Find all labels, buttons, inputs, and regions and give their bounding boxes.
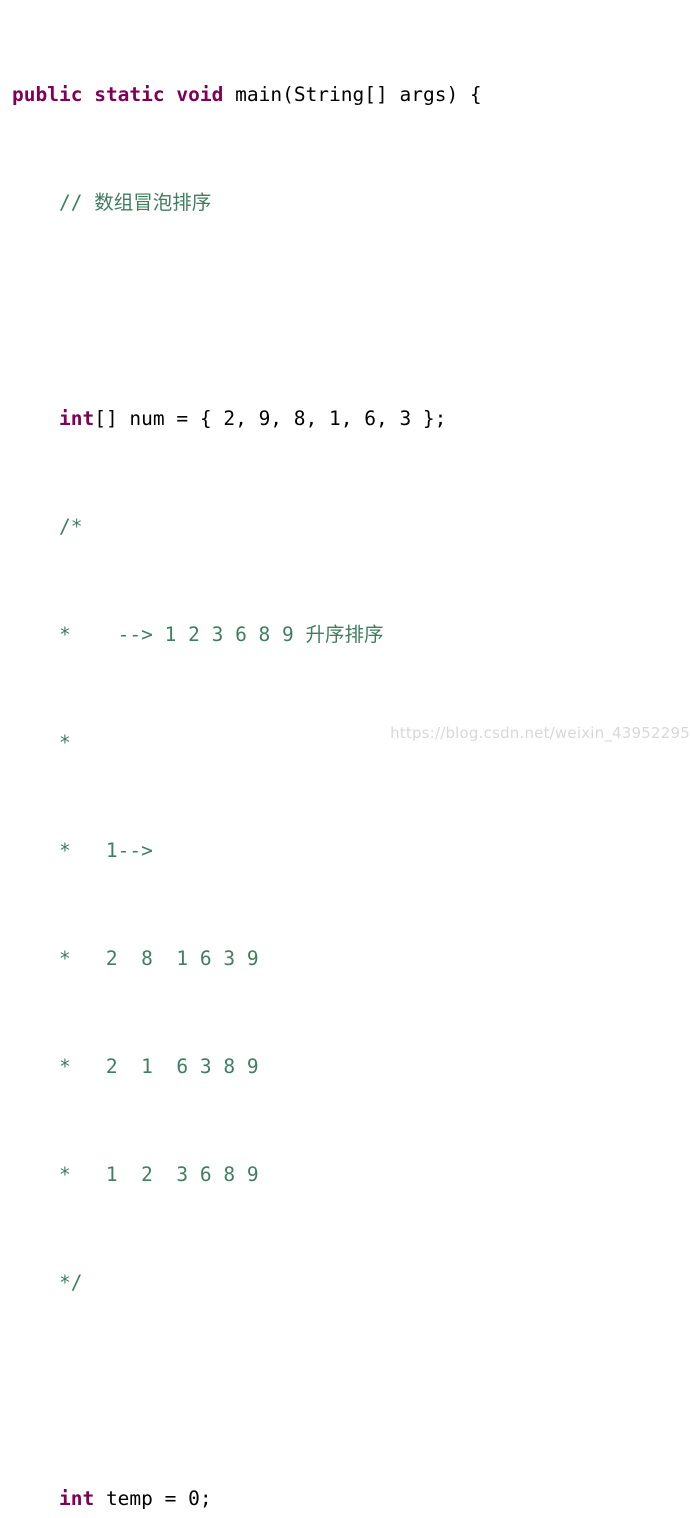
code-line[interactable]: int[] num = { 2, 9, 8, 1, 6, 3 }; [0,405,692,432]
code-line[interactable]: */ [0,1269,692,1296]
temp-declaration: temp = 0; [94,1487,212,1510]
comment-block-row-1: * 2 8 1 6 3 9 [47,947,259,970]
code-line[interactable]: int temp = 0; [0,1485,692,1512]
code-line[interactable]: // 数组冒泡排序 [0,189,692,216]
code-line[interactable]: * 2 8 1 6 3 9 [0,945,692,972]
array-declaration: [] num = { 2, 9, 8, 1, 6, 3 }; [94,407,447,430]
code-editor-surface[interactable]: public static void main(String[] args) {… [0,0,692,1510]
code-line-blank[interactable] [0,297,692,324]
code-line[interactable]: * 1 2 3 6 8 9 [0,1161,692,1188]
code-line[interactable]: * 2 1 6 3 8 9 [0,1053,692,1080]
code-line[interactable]: * 1--> [0,837,692,864]
comment-block-close: */ [47,1271,83,1294]
keyword-public: public [12,83,83,106]
code-block[interactable]: public static void main(String[] args) {… [0,0,692,1518]
comment-block-blank-1: * [47,731,71,754]
comment-block-open: /* [58,515,83,538]
code-line[interactable]: * --> 1 2 3 6 8 9 升序排序 [0,621,692,648]
code-line[interactable]: /* [0,513,692,540]
code-line[interactable]: * [0,729,692,756]
method-name-main: main(String[] args) { [235,83,482,106]
comment-block-row-3: * 1 2 3 6 8 9 [47,1163,259,1186]
comment-block-pass-label: * 1--> [47,839,153,862]
comment-block-arrow: * --> 1 2 3 6 8 9 升序排序 [47,623,384,646]
keyword-void: void [176,83,224,106]
code-line[interactable]: public static void main(String[] args) { [0,81,692,108]
keyword-static: static [94,83,165,106]
comment-bubble-sort: // 数组冒泡排序 [58,191,212,214]
keyword-int: int [58,407,95,430]
code-line-blank[interactable] [0,1377,692,1404]
comment-block-row-2: * 2 1 6 3 8 9 [47,1055,259,1078]
keyword-int-temp: int [58,1487,95,1510]
